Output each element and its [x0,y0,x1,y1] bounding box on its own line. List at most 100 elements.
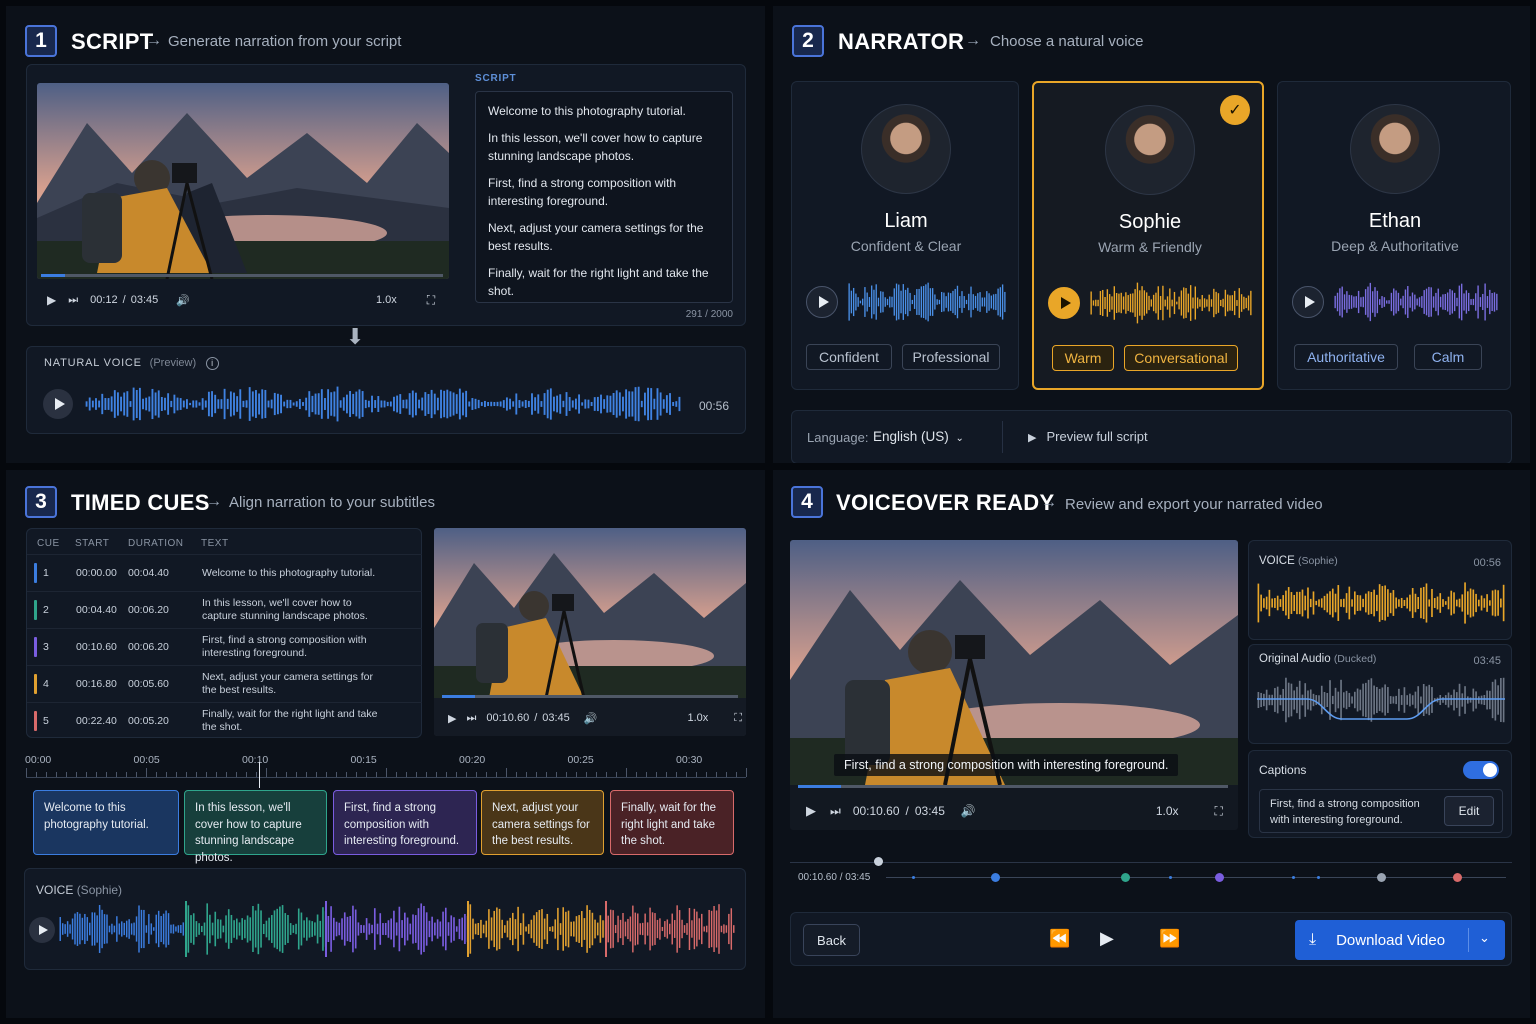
playback-speed[interactable]: 1.0x [1156,804,1179,818]
narrator-tag[interactable]: Confident [806,344,892,370]
narrator-play-button[interactable] [1292,286,1324,318]
video-progress[interactable] [41,274,66,277]
language-select[interactable]: English (US) ⌄ [873,429,964,444]
script-textarea[interactable]: Welcome to this photography tutorial. In … [475,91,733,303]
timeline-cue-marker[interactable] [1453,872,1462,882]
play-icon[interactable]: ▶ [47,293,56,307]
ruler-tick [266,768,267,777]
narrator-play-button[interactable] [1048,287,1080,319]
landscape-image [790,540,1238,786]
script-label: SCRIPT [475,73,517,84]
download-video-button[interactable]: ⤓ Download Video ⌄ [1295,920,1505,960]
ruler-tick-label: 00:10 [242,754,269,766]
timeline-cue-marker[interactable] [1169,875,1172,879]
timeline-scrubber[interactable] [874,857,883,866]
volume-icon[interactable]: 🔊 [176,294,190,307]
narrator-tag[interactable]: Professional [902,344,1000,370]
check-icon: ✓ [1220,95,1250,125]
narrator-section: 2 NARRATOR → Choose a natural voice Liam… [773,6,1530,463]
skip-forward-icon[interactable]: ⏭ [466,712,476,725]
preview-full-script-button[interactable]: ▶ Preview full script [1028,429,1148,444]
play-icon[interactable]: ▶ [806,803,816,819]
play-icon[interactable]: ▶ [448,712,456,725]
timeline-cue-block[interactable]: Welcome to this photography tutorial. [33,790,179,855]
timeline-cue-marker[interactable] [991,872,1000,882]
timeline-cue-block[interactable]: First, find a strong composition with in… [333,790,477,855]
original-audio-duration: 03:45 [1473,655,1501,667]
volume-icon[interactable]: 🔊 [961,804,976,818]
timeline-cue-marker[interactable] [1317,875,1320,879]
arrow-right-icon: → [965,32,981,49]
narrator-waveform[interactable] [1334,280,1498,324]
script-line: Welcome to this photography tutorial. [488,104,686,118]
timeline-cue-marker[interactable] [1121,872,1130,882]
playhead[interactable] [259,762,260,788]
narrator-card-liam[interactable]: Liam Confident & Clear Confident Profession… [791,81,1019,390]
ruler-tick-label: 00:30 [676,754,703,766]
final-timeline[interactable]: 00:10.60 / 03:45 [790,857,1512,890]
narrator-tag[interactable]: Warm [1052,345,1114,371]
timeline-cue-marker[interactable] [1215,872,1224,882]
timeline-cue-block[interactable]: Next, adjust your camera settings for th… [481,790,604,855]
narrator-tag[interactable]: Calm [1414,344,1482,370]
final-video-player[interactable]: First, find a strong composition with in… [790,540,1238,830]
cue-color-marker [34,637,37,657]
timeline-cue-block[interactable]: In this lesson, we'll cover how to captu… [184,790,327,864]
voice-waveform[interactable] [85,385,681,423]
voice-play-button[interactable] [29,917,55,943]
narrator-waveform[interactable] [848,280,1006,324]
ruler-tick [506,768,507,777]
narrator-card-ethan[interactable]: Ethan Deep & Authoritative Authoritative Ca… [1277,81,1511,390]
video-progress[interactable] [798,785,841,788]
cue-number: 5 [43,715,49,727]
voice-track-duration: 00:56 [1473,557,1501,569]
chevron-down-icon[interactable]: ⌄ [1479,930,1490,946]
volume-icon[interactable]: 🔊 [584,712,598,725]
voice-track-waveform[interactable] [1257,581,1505,625]
cue-row[interactable]: 1 00:00.00 00:04.40 Welcome to this phot… [27,554,422,591]
voice-play-button[interactable] [43,389,73,419]
cue-waveform-segment [327,903,469,955]
char-counter: 291 / 2000 [685,309,733,320]
fullscreen-icon[interactable]: ⛶ [427,293,435,308]
cue-waveform-segment [469,904,607,954]
edit-caption-button[interactable]: Edit [1444,796,1494,826]
play-icon[interactable]: ▶ [1100,928,1114,949]
skip-forward-icon[interactable]: ⏭ [68,294,78,307]
arrow-right-icon: → [1041,494,1057,511]
narrator-waveform[interactable] [1090,281,1252,325]
playback-speed[interactable]: 1.0x [688,712,709,724]
timeline-cue-marker[interactable] [912,875,915,879]
narrator-tag[interactable]: Conversational [1124,345,1238,371]
video-controls: ▶ ⏭ 00:10.60 / 03:45 🔊 1.0x ⛶ [448,711,742,725]
fullscreen-icon[interactable]: ⛶ [1215,804,1223,819]
video-controls: ▶ ⏭ 00:12 / 03:45 🔊 1.0x ⛶ [47,292,436,308]
cue-row[interactable]: 5 00:22.40 00:05.20 Finally, wait for th… [27,702,422,739]
timeline-cue-marker[interactable] [1292,875,1295,879]
cue-boundary [605,901,607,957]
timeline-ruler[interactable]: 00:00 00:05 00:10 00:15 00:20 00:25 00:30 [25,750,747,780]
fullscreen-icon[interactable]: ⛶ [734,712,742,725]
narrator-play-button[interactable] [806,286,838,318]
narrator-card-sophie[interactable]: ✓ Sophie Warm & Friendly Warm Conversational [1032,81,1264,390]
cue-waveform[interactable] [59,901,735,961]
cue-voice-panel: VOICE (Sophie) [24,868,746,970]
cue-row[interactable]: 3 00:10.60 00:06.20 First, find a strong… [27,628,422,665]
narrator-tag[interactable]: Authoritative [1294,344,1398,370]
playback-speed[interactable]: 1.0x [376,294,397,306]
captions-label: Captions [1259,763,1307,777]
narrator-name: Sophie [1118,211,1182,233]
rewind-icon[interactable]: ⏪ [1049,929,1070,949]
timeline-cue-marker[interactable] [1377,872,1386,882]
cue-video-player[interactable]: ▶ ⏭ 00:10.60 / 03:45 🔊 1.0x ⛶ [434,528,746,736]
skip-forward-icon[interactable]: ⏭ [830,804,841,819]
video-thumbnail[interactable] [37,83,449,279]
fast-forward-icon[interactable]: ⏩ [1159,929,1180,949]
cue-row[interactable]: 4 00:16.80 00:05.60 Next, adjust your ca… [27,665,422,702]
captions-toggle[interactable] [1463,761,1499,779]
info-icon[interactable]: i [205,357,219,370]
cue-color-marker [34,711,37,731]
back-button[interactable]: Back [803,924,860,956]
cue-row[interactable]: 2 00:04.40 00:06.20 In this lesson, we'l… [27,591,422,628]
timeline-cue-block[interactable]: Finally, wait for the right light and ta… [610,790,734,855]
